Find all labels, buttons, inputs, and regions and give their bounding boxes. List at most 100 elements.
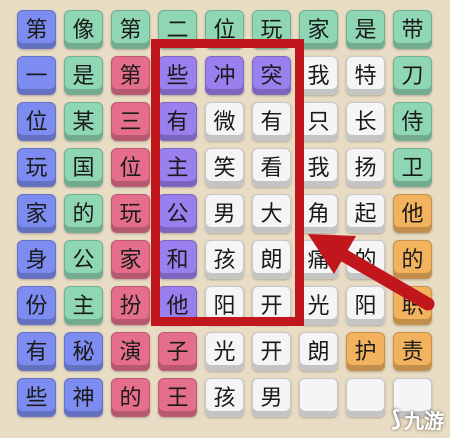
grid-tile[interactable]: 只 [299,102,338,141]
tile-char: 起 [354,201,377,227]
grid-tile[interactable]: 他 [158,286,197,325]
grid-tile[interactable]: 身 [17,240,56,279]
tile-char: 我 [307,63,330,89]
grid-tile[interactable]: 刀 [393,56,432,95]
grid-tile[interactable]: 位 [205,10,244,49]
grid-tile[interactable] [299,378,338,417]
tile-char: 笑 [213,155,236,181]
grid-tile[interactable]: 角 [299,194,338,233]
grid-tile[interactable]: 带 [393,10,432,49]
grid-tile[interactable]: 第 [17,10,56,49]
tile-char: 的 [354,247,377,273]
grid-tile[interactable]: 玩 [111,194,150,233]
grid-tile[interactable]: 秘 [64,332,103,371]
grid-tile[interactable]: 有 [252,102,291,141]
grid-tile[interactable]: 第 [111,10,150,49]
grid-tile[interactable]: 责 [393,332,432,371]
grid-tile[interactable]: 位 [17,102,56,141]
grid-tile[interactable]: 公 [64,240,103,279]
grid-tile[interactable]: 光 [205,332,244,371]
grid-tile[interactable]: 公 [158,194,197,233]
grid-tile[interactable]: 有 [17,332,56,371]
grid-tile[interactable]: 长 [346,102,385,141]
grid-tile[interactable]: 和 [158,240,197,279]
grid-tile[interactable]: 开 [252,286,291,325]
grid-tile[interactable]: 痛 [299,240,338,279]
grid-tile[interactable]: 演 [111,332,150,371]
grid-tile[interactable]: 神 [64,378,103,417]
grid-tile[interactable]: 子 [158,332,197,371]
grid-tile[interactable]: 些 [158,56,197,95]
grid-tile[interactable]: 主 [64,286,103,325]
grid-tile[interactable]: 是 [64,56,103,95]
tile-char: 家 [307,17,330,43]
grid-tile[interactable]: 家 [17,194,56,233]
grid-tile[interactable]: 二 [158,10,197,49]
grid-tile[interactable]: 阳 [346,286,385,325]
grid-tile[interactable]: 玩 [252,10,291,49]
grid-tile[interactable]: 国 [64,148,103,187]
grid-tile[interactable]: 的 [346,240,385,279]
grid-tile[interactable]: 家 [111,240,150,279]
tile-char: 有 [166,109,189,135]
tile-char: 扬 [354,155,377,181]
grid-tile[interactable]: 某 [64,102,103,141]
grid-tile[interactable]: 份 [17,286,56,325]
grid-tile[interactable]: 大 [252,194,291,233]
tile-char: 朗 [260,247,283,273]
tile-char: 演 [119,339,142,365]
grid-tile[interactable]: 有 [158,102,197,141]
grid-tile[interactable]: 侍 [393,102,432,141]
grid-tile[interactable]: 我 [299,148,338,187]
grid-tile[interactable]: 突 [252,56,291,95]
grid-tile[interactable]: 主 [158,148,197,187]
grid-tile[interactable]: 王 [158,378,197,417]
grid-tile[interactable]: 起 [346,194,385,233]
grid-tile[interactable]: 光 [299,286,338,325]
tile-char: 孩 [213,385,236,411]
grid-tile[interactable]: 看 [252,148,291,187]
grid-tile[interactable]: 朗 [299,332,338,371]
grid-tile[interactable]: 玩 [17,148,56,187]
tile-char: 阳 [354,293,377,319]
tile-char: 冲 [213,63,236,89]
tile-char: 二 [166,17,189,43]
tile-char: 主 [72,293,95,319]
grid-tile[interactable]: 护 [346,332,385,371]
grid-tile[interactable]: 是 [346,10,385,49]
grid-tile[interactable]: 像 [64,10,103,49]
grid-tile[interactable]: 第 [111,56,150,95]
grid-tile[interactable] [393,378,432,417]
grid-tile[interactable]: 一 [17,56,56,95]
grid-tile[interactable]: 朗 [252,240,291,279]
grid-tile[interactable]: 冲 [205,56,244,95]
grid-tile[interactable]: 开 [252,332,291,371]
grid-tile[interactable]: 我 [299,56,338,95]
grid-tile[interactable]: 他 [393,194,432,233]
grid-tile[interactable]: 微 [205,102,244,141]
grid-tile[interactable]: 孩 [205,378,244,417]
grid-tile[interactable]: 男 [252,378,291,417]
grid-tile[interactable]: 的 [64,194,103,233]
tile-char: 些 [25,385,48,411]
grid-tile[interactable]: 男 [205,194,244,233]
grid-tile[interactable]: 些 [17,378,56,417]
tile-char: 光 [307,293,330,319]
grid-tile[interactable]: 笑 [205,148,244,187]
grid-tile[interactable]: 职 [393,286,432,325]
grid-tile[interactable]: 扮 [111,286,150,325]
grid-tile[interactable]: 孩 [205,240,244,279]
tile-char: 男 [260,385,283,411]
grid-tile[interactable]: 卫 [393,148,432,187]
grid-tile[interactable]: 家 [299,10,338,49]
tile-char: 的 [401,247,424,273]
grid-tile[interactable]: 阳 [205,286,244,325]
grid-tile[interactable]: 特 [346,56,385,95]
grid-tile[interactable]: 位 [111,148,150,187]
grid-tile[interactable]: 的 [111,378,150,417]
grid-tile[interactable] [346,378,385,417]
grid-tile[interactable]: 扬 [346,148,385,187]
grid-tile[interactable]: 的 [393,240,432,279]
tile-char: 神 [72,385,95,411]
grid-tile[interactable]: 三 [111,102,150,141]
